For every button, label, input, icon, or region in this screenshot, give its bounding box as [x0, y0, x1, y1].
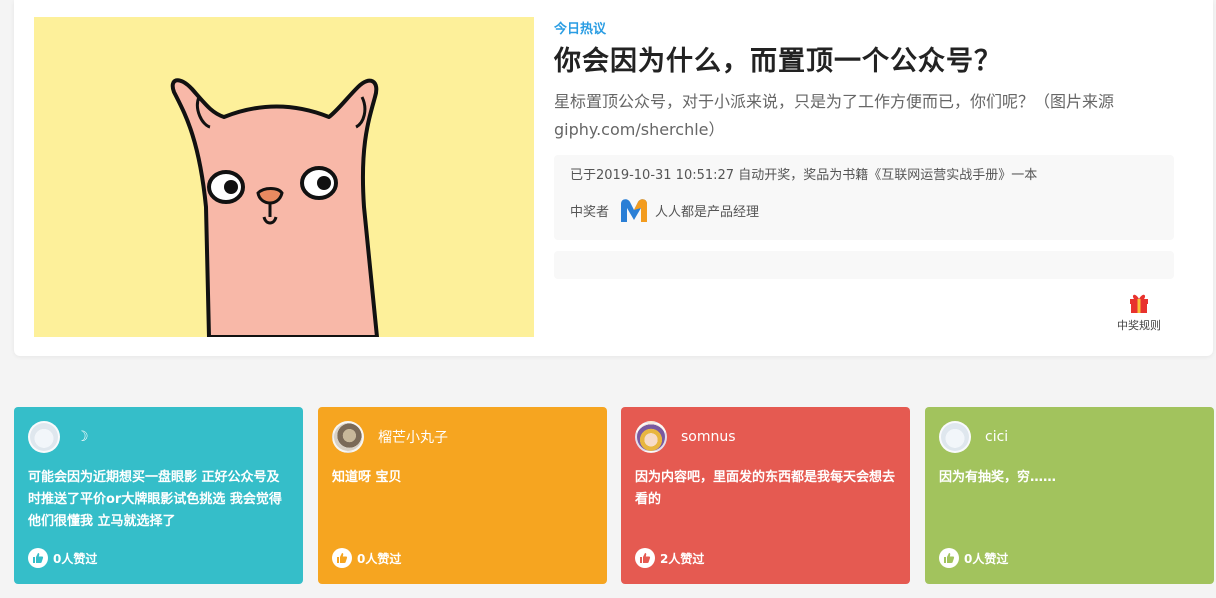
comment-username[interactable]: 榴芒小丸子 — [378, 427, 448, 447]
like-row: 2人赞过 — [635, 548, 704, 568]
avatar[interactable] — [28, 421, 60, 453]
gift-icon — [1130, 294, 1148, 313]
comment-card[interactable]: somnus 因为内容吧，里面发的东西都是我每天会想去看的 2人赞过 — [621, 407, 910, 584]
award-text: 已于2019-10-31 10:51:27 自动开奖，奖品为书籍《互联网运营实战… — [570, 168, 1038, 183]
topic-card: 今日热议 你会因为什么，而置顶一个公众号？ 星标置顶公众号，对于小派来说，只是为… — [14, 0, 1213, 356]
comment-username[interactable]: somnus — [681, 429, 736, 445]
topic-info: 今日热议 你会因为什么，而置顶一个公众号？ 星标置顶公众号，对于小派来说，只是为… — [554, 20, 1174, 279]
comment-header: somnus — [635, 421, 896, 453]
winner-name[interactable]: 人人都是产品经理 — [655, 201, 759, 220]
like-count: 2人赞过 — [660, 551, 705, 566]
like-count: 0人赞过 — [53, 551, 98, 566]
thumbs-up-icon[interactable] — [332, 548, 352, 568]
thumbs-up-icon[interactable] — [939, 548, 959, 568]
avatar[interactable] — [939, 421, 971, 453]
prize-rules-button[interactable]: 中奖规则 — [1109, 292, 1169, 333]
comment-header: cici — [939, 421, 1200, 453]
comment-cards: ☽ 可能会因为近期想买一盘眼影 正好公众号及时推送了平价or大牌眼影试色挑选 我… — [14, 407, 1214, 584]
thumbs-up-icon[interactable] — [28, 548, 48, 568]
comment-card[interactable]: 榴芒小丸子 知道呀 宝贝 0人赞过 — [318, 407, 607, 584]
winner-label: 中奖者 — [570, 204, 610, 220]
like-count: 0人赞过 — [357, 551, 402, 566]
empty-panel — [554, 251, 1174, 279]
avatar[interactable] — [332, 421, 364, 453]
prize-rules-label: 中奖规则 — [1117, 319, 1161, 332]
avatar[interactable] — [635, 421, 667, 453]
moon-icon: ☽ — [76, 429, 89, 445]
comment-text: 知道呀 宝贝 — [332, 470, 402, 485]
award-info-box: 已于2019-10-31 10:51:27 自动开奖，奖品为书籍《互联网运营实战… — [554, 155, 1174, 240]
comment-text: 因为内容吧，里面发的东西都是我每天会想去看的 — [635, 470, 896, 507]
like-row: 0人赞过 — [28, 548, 97, 568]
cover-image-cat — [34, 17, 534, 337]
like-count: 0人赞过 — [964, 551, 1009, 566]
like-row: 0人赞过 — [939, 548, 1008, 568]
comment-text: 因为有抽奖，穷…… — [939, 470, 1057, 485]
topic-description: 星标置顶公众号，对于小派来说，只是为了工作方便而已，你们呢？（图片来源 giph… — [554, 92, 1115, 139]
like-row: 0人赞过 — [332, 548, 401, 568]
comment-card[interactable]: ☽ 可能会因为近期想买一盘眼影 正好公众号及时推送了平价or大牌眼影试色挑选 我… — [14, 407, 303, 584]
thumbs-up-icon[interactable] — [635, 548, 655, 568]
topic-title[interactable]: 你会因为什么，而置顶一个公众号？ — [554, 44, 1174, 80]
winner-row: 中奖者 人人都是产品经理 — [570, 196, 1158, 224]
comment-header: 榴芒小丸子 — [332, 421, 593, 453]
winner-logo-icon[interactable] — [619, 196, 649, 224]
topic-tag: 今日热议 — [554, 22, 607, 37]
comment-header: ☽ — [28, 421, 289, 453]
comment-card[interactable]: cici 因为有抽奖，穷…… 0人赞过 — [925, 407, 1214, 584]
comment-username[interactable]: cici — [985, 429, 1008, 445]
comment-text: 可能会因为近期想买一盘眼影 正好公众号及时推送了平价or大牌眼影试色挑选 我会觉… — [28, 470, 282, 529]
